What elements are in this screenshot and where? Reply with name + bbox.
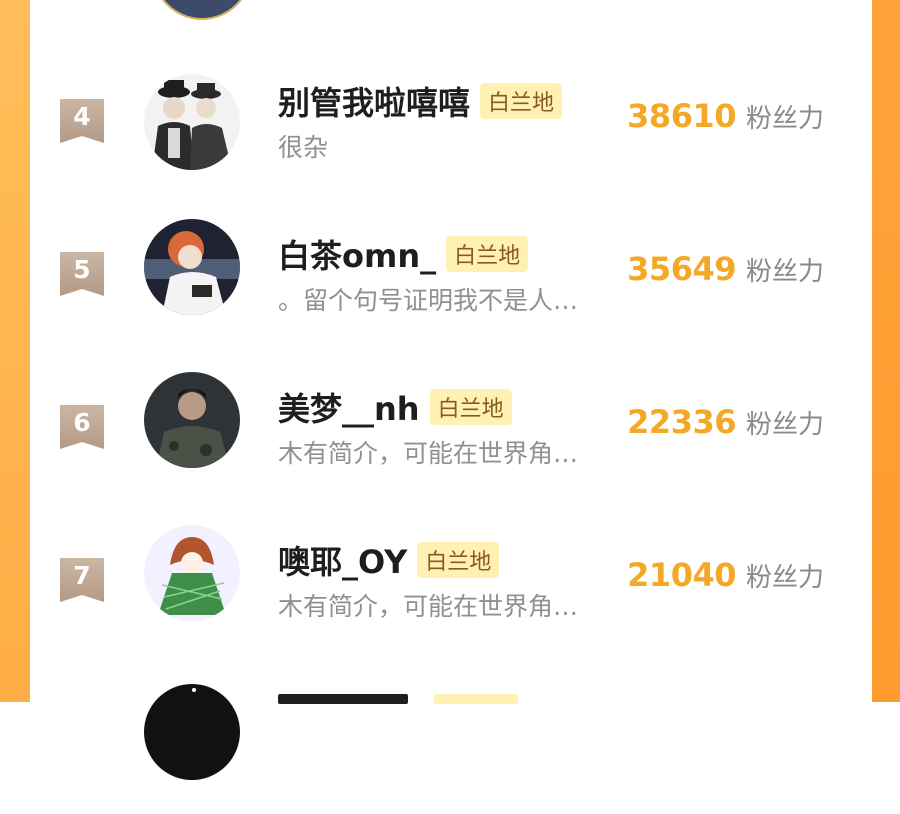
user-name[interactable]: 噢耶_OY (278, 537, 407, 583)
rank-row-7[interactable]: 7 噢耶_OY 白兰地 木有简介，可能在世界角… 21040 粉丝力 (30, 525, 872, 661)
left-orange-border (0, 0, 30, 702)
rank-row-4[interactable]: 4 别管我啦嘻嘻 白兰地 很杂 38610 粉丝力 (30, 72, 872, 202)
rank-row-6[interactable]: 6 美梦__nh 白兰地 木有简介，可能在世界角… 22336 粉丝力 (30, 372, 872, 508)
rank-badge: 6 (60, 405, 104, 449)
score-value: 22336 (627, 403, 736, 441)
score-value: 38610 (627, 97, 736, 135)
avatar[interactable] (144, 219, 240, 315)
name-line: 噢耶_OY 白兰地 (278, 537, 500, 583)
fan-score: 38610 粉丝力 (627, 97, 824, 135)
user-name[interactable]: 美梦__nh (278, 384, 420, 430)
avatar-image (144, 219, 240, 315)
rank-badge: 4 (60, 99, 104, 143)
fan-score: 35649 粉丝力 (627, 250, 824, 288)
ranking-card: 4 别管我啦嘻嘻 白兰地 很杂 38610 粉丝力 5 白茶omn_ 白兰地 。… (30, 0, 872, 780)
avatar-image (154, 0, 250, 18)
rank-row-5[interactable]: 5 白茶omn_ 白兰地 。留个句号证明我不是人… 35649 粉丝力 (30, 219, 872, 355)
tag-fragment (434, 694, 518, 704)
avatar-image (144, 372, 240, 468)
fan-score: 22336 粉丝力 (627, 403, 824, 441)
user-bio: 木有简介，可能在世界角… (278, 439, 579, 468)
name-line: 白茶omn_ 白兰地 (278, 231, 529, 277)
name-line: 别管我啦嘻嘻 白兰地 (278, 78, 563, 124)
level-tag: 白兰地 (480, 83, 563, 119)
fan-score: 21040 粉丝力 (627, 556, 824, 594)
score-unit: 粉丝力 (745, 104, 824, 134)
avatar[interactable] (144, 525, 240, 621)
score-unit: 粉丝力 (745, 410, 824, 440)
name-fragment (278, 694, 408, 704)
rank-row-partial[interactable] (30, 684, 872, 814)
score-unit: 粉丝力 (745, 563, 824, 593)
avatar[interactable] (144, 372, 240, 468)
score-value: 21040 (627, 556, 736, 594)
avatar[interactable] (144, 684, 240, 780)
right-orange-border (872, 0, 900, 702)
score-value: 35649 (627, 250, 736, 288)
avatar-partial-top[interactable] (152, 0, 252, 20)
level-tag: 白兰地 (417, 542, 500, 578)
rank-badge: 5 (60, 252, 104, 296)
user-name[interactable]: 白茶omn_ (278, 231, 436, 277)
level-tag: 白兰地 (446, 236, 529, 272)
user-bio: 。留个句号证明我不是人… (278, 286, 579, 315)
avatar-image (144, 525, 240, 621)
avatar-image (144, 74, 240, 170)
rank-badge: 7 (60, 558, 104, 602)
avatar-image (144, 684, 240, 780)
user-bio: 很杂 (278, 133, 329, 162)
user-name[interactable]: 别管我啦嘻嘻 (278, 78, 470, 124)
name-line: 美梦__nh 白兰地 (278, 384, 512, 430)
user-bio: 木有简介，可能在世界角… (278, 592, 579, 621)
avatar[interactable] (144, 74, 240, 170)
level-tag: 白兰地 (429, 389, 512, 425)
score-unit: 粉丝力 (745, 257, 824, 287)
